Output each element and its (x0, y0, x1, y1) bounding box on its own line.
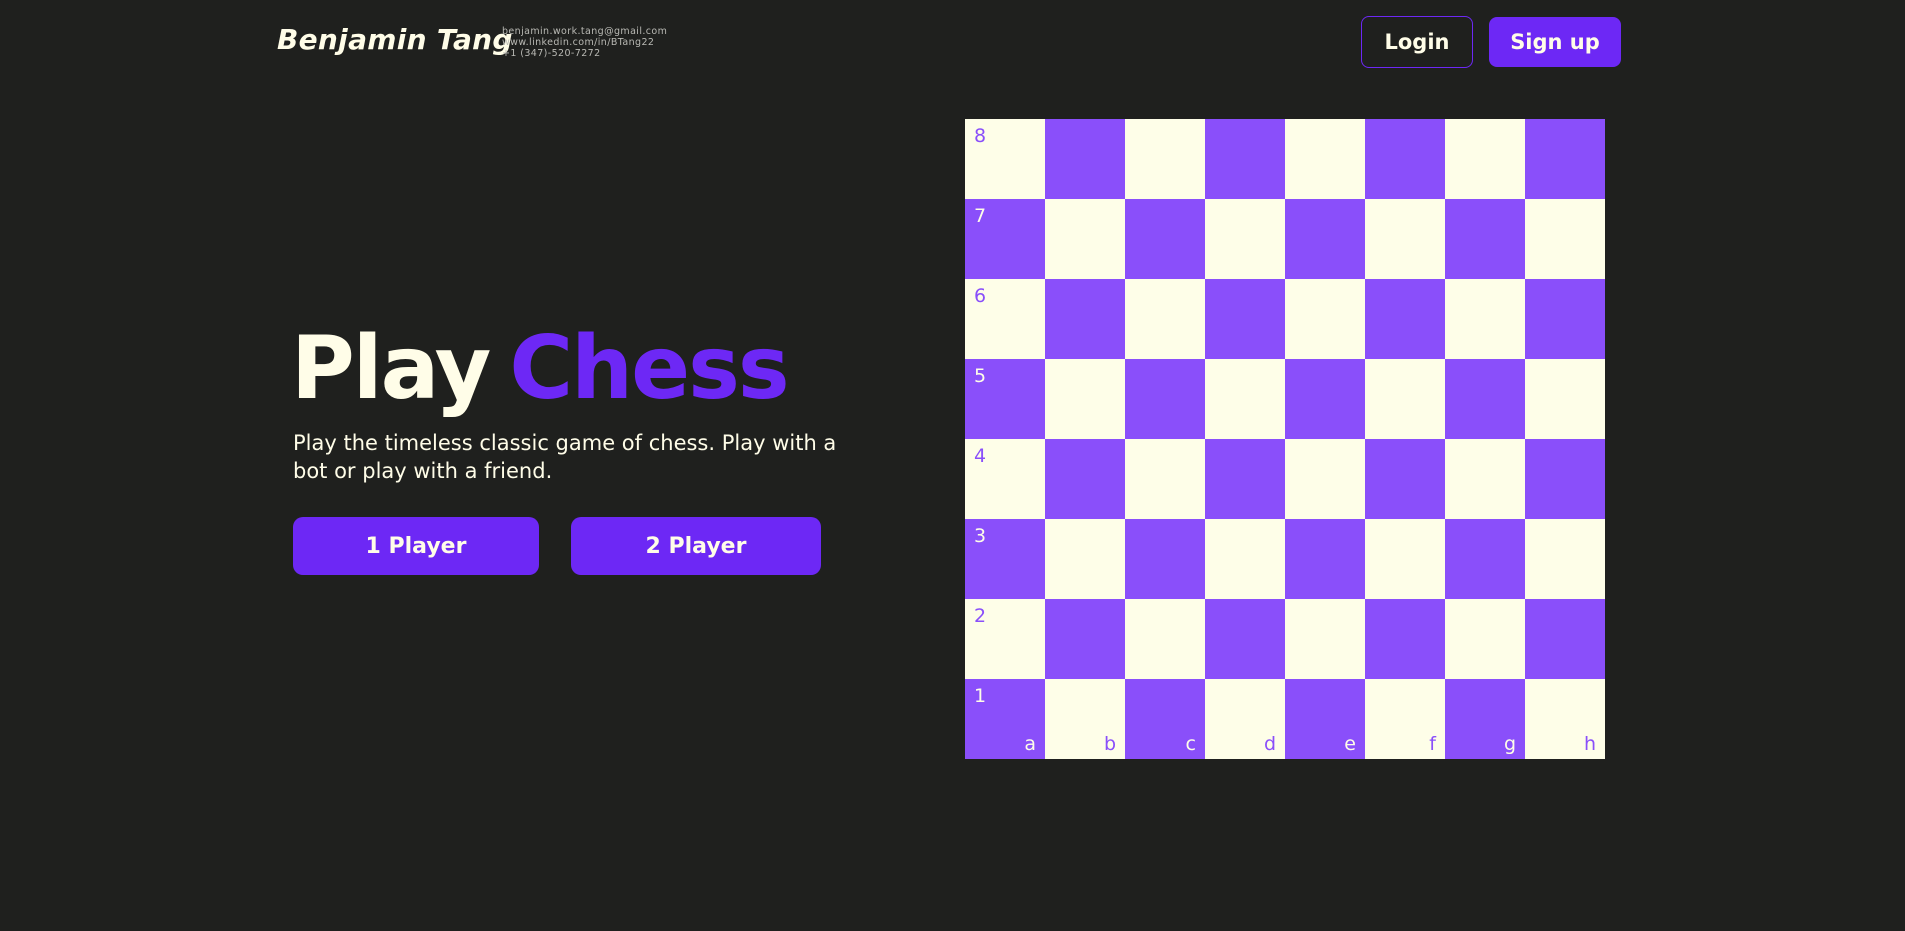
board-square-b4[interactable] (1045, 439, 1125, 519)
hero-title-chess: Chess (509, 317, 789, 419)
page: Benjamin Tang benjamin.work.tang@gmail.c… (0, 0, 1905, 931)
file-label: b (1103, 733, 1116, 755)
board-square-h1[interactable]: h (1525, 679, 1605, 759)
board-square-h5[interactable] (1525, 359, 1605, 439)
board-square-d5[interactable] (1205, 359, 1285, 439)
file-label: c (1185, 733, 1196, 755)
board-square-h3[interactable] (1525, 519, 1605, 599)
board-square-b3[interactable] (1045, 519, 1125, 599)
board-square-a3[interactable]: 3 (965, 519, 1045, 599)
brand-name[interactable]: Benjamin Tang (277, 23, 513, 56)
two-player-button[interactable]: 2 Player (571, 517, 821, 575)
board-square-d7[interactable] (1205, 199, 1285, 279)
board-square-f6[interactable] (1365, 279, 1445, 359)
board-square-c2[interactable] (1125, 599, 1205, 679)
board-square-h8[interactable] (1525, 119, 1605, 199)
contact-linkedin[interactable]: www.linkedin.com/in/BTang22 (502, 37, 667, 48)
board-square-a6[interactable]: 6 (965, 279, 1045, 359)
board-square-h7[interactable] (1525, 199, 1605, 279)
board-square-b5[interactable] (1045, 359, 1125, 439)
board-square-c5[interactable] (1125, 359, 1205, 439)
board-square-a7[interactable]: 7 (965, 199, 1045, 279)
board-square-b2[interactable] (1045, 599, 1125, 679)
file-label: d (1263, 733, 1276, 755)
board-square-d2[interactable] (1205, 599, 1285, 679)
board-square-f1[interactable]: f (1365, 679, 1445, 759)
board-square-c8[interactable] (1125, 119, 1205, 199)
board-square-g4[interactable] (1445, 439, 1525, 519)
board-square-b1[interactable]: b (1045, 679, 1125, 759)
board-square-g3[interactable] (1445, 519, 1525, 599)
board-square-a5[interactable]: 5 (965, 359, 1045, 439)
board-square-c7[interactable] (1125, 199, 1205, 279)
chess-board: 87654321abcdefgh (965, 119, 1605, 759)
board-square-e5[interactable] (1285, 359, 1365, 439)
board-square-c3[interactable] (1125, 519, 1205, 599)
contact-info: benjamin.work.tang@gmail.com www.linkedi… (502, 26, 667, 59)
rank-label: 1 (974, 685, 987, 707)
rank-label: 3 (974, 525, 987, 547)
board-square-d1[interactable]: d (1205, 679, 1285, 759)
file-label: e (1344, 733, 1356, 755)
board-square-a2[interactable]: 2 (965, 599, 1045, 679)
rank-label: 6 (974, 285, 987, 307)
board-square-b7[interactable] (1045, 199, 1125, 279)
board-square-f4[interactable] (1365, 439, 1445, 519)
board-square-a1[interactable]: 1a (965, 679, 1045, 759)
board-square-c1[interactable]: c (1125, 679, 1205, 759)
file-label: a (1024, 733, 1036, 755)
board-square-g7[interactable] (1445, 199, 1525, 279)
board-square-g8[interactable] (1445, 119, 1525, 199)
board-square-e4[interactable] (1285, 439, 1365, 519)
board-square-e2[interactable] (1285, 599, 1365, 679)
board-square-h6[interactable] (1525, 279, 1605, 359)
board-square-g5[interactable] (1445, 359, 1525, 439)
board-square-d6[interactable] (1205, 279, 1285, 359)
board-square-f7[interactable] (1365, 199, 1445, 279)
rank-label: 5 (974, 365, 987, 387)
signup-button[interactable]: Sign up (1489, 17, 1621, 67)
file-label: h (1583, 733, 1596, 755)
board-square-e7[interactable] (1285, 199, 1365, 279)
hero-title: Play Chess (291, 317, 790, 419)
rank-label: 7 (974, 205, 987, 227)
board-square-f8[interactable] (1365, 119, 1445, 199)
board-square-g6[interactable] (1445, 279, 1525, 359)
board-square-f3[interactable] (1365, 519, 1445, 599)
hero-description: Play the timeless classic game of chess.… (293, 431, 837, 483)
board-square-c4[interactable] (1125, 439, 1205, 519)
board-square-d4[interactable] (1205, 439, 1285, 519)
board-square-h4[interactable] (1525, 439, 1605, 519)
hero-title-play: Play (291, 317, 491, 419)
board-square-d3[interactable] (1205, 519, 1285, 599)
rank-label: 8 (974, 125, 987, 147)
board-square-f5[interactable] (1365, 359, 1445, 439)
board-square-b8[interactable] (1045, 119, 1125, 199)
board-square-c6[interactable] (1125, 279, 1205, 359)
board-square-g1[interactable]: g (1445, 679, 1525, 759)
board-square-b6[interactable] (1045, 279, 1125, 359)
rank-label: 2 (974, 605, 987, 627)
login-button[interactable]: Login (1361, 16, 1473, 68)
contact-phone: +1 (347)-520-7272 (502, 48, 601, 59)
board-square-g2[interactable] (1445, 599, 1525, 679)
board-square-d8[interactable] (1205, 119, 1285, 199)
rank-label: 4 (974, 445, 987, 467)
board-square-e8[interactable] (1285, 119, 1365, 199)
file-label: f (1429, 733, 1436, 755)
board-square-e6[interactable] (1285, 279, 1365, 359)
contact-email[interactable]: benjamin.work.tang@gmail.com (502, 26, 667, 37)
board-square-e1[interactable]: e (1285, 679, 1365, 759)
board-square-a4[interactable]: 4 (965, 439, 1045, 519)
board-square-h2[interactable] (1525, 599, 1605, 679)
board-square-e3[interactable] (1285, 519, 1365, 599)
file-label: g (1503, 733, 1516, 755)
board-square-f2[interactable] (1365, 599, 1445, 679)
board-square-a8[interactable]: 8 (965, 119, 1045, 199)
one-player-button[interactable]: 1 Player (293, 517, 539, 575)
